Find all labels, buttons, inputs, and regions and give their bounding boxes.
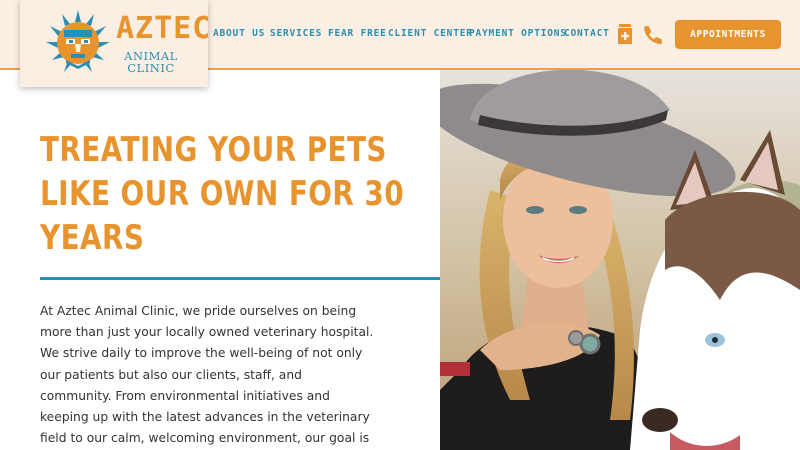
appointments-button[interactable]: APPOINTMENTS bbox=[675, 20, 781, 49]
hero-body-line: At Aztec Animal Clinic, we pride ourselv… bbox=[40, 304, 357, 318]
hero-body-line: our patients but also our clients, staff… bbox=[40, 367, 302, 382]
hero-body-line: more than just your locally owned veteri… bbox=[40, 325, 374, 340]
hero-title-line3: YEARS bbox=[40, 218, 145, 258]
woman-with-husky-photo bbox=[440, 70, 800, 450]
hero-title: TREATING YOUR PETS LIKE OUR OWN FOR 30 Y… bbox=[40, 128, 434, 260]
hero-title-line2: LIKE OUR OWN FOR 30 bbox=[40, 174, 405, 214]
aztec-mask-logo-icon bbox=[46, 10, 110, 72]
hero-body-line: We strive daily to improve the well-bein… bbox=[40, 346, 363, 361]
site-header: AZTEC ANIMAL CLINIC ABOUT US SERVICES FE… bbox=[0, 0, 800, 87]
hero-photo-illustration bbox=[440, 70, 800, 450]
hero-title-line1: TREATING YOUR PETS bbox=[40, 130, 387, 170]
nav-services[interactable]: SERVICES bbox=[270, 28, 322, 39]
hero-body-line: keeping up with the latest advances in t… bbox=[40, 410, 370, 425]
hero-body-text: At Aztec Animal Clinic, we pride ourselv… bbox=[40, 301, 380, 449]
nav-client-center[interactable]: CLIENT CENTER bbox=[388, 28, 473, 39]
nav-about-us[interactable]: ABOUT US bbox=[213, 28, 265, 39]
title-divider bbox=[40, 277, 450, 280]
logo-subtitle: ANIMAL CLINIC bbox=[116, 50, 186, 74]
pharmacy-icon[interactable] bbox=[618, 24, 632, 44]
phone-icon[interactable] bbox=[643, 25, 663, 45]
logo-subtitle-line2: CLINIC bbox=[127, 61, 175, 75]
logo[interactable]: AZTEC ANIMAL CLINIC bbox=[20, 0, 212, 87]
nav-contact[interactable]: CONTACT bbox=[564, 28, 610, 39]
hero-body-line: field to our calm, welcoming environment… bbox=[40, 431, 370, 446]
nav-fear-free[interactable]: FEAR FREE bbox=[328, 28, 387, 39]
nav-payment-options[interactable]: PAYMENT OPTIONS bbox=[469, 28, 567, 39]
logo-title: AZTEC bbox=[116, 11, 212, 46]
hero-body-line: community. From environmental initiative… bbox=[40, 388, 330, 403]
